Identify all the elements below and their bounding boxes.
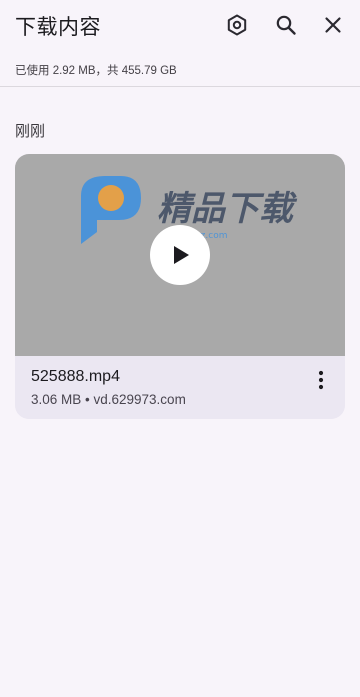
divider — [0, 86, 360, 87]
download-item-card[interactable]: 精品下载 www.jpxz.com 525888.mp4 3.06 MB • v… — [15, 154, 345, 419]
watermark-text: 精品下载 — [157, 189, 298, 229]
more-options-icon[interactable] — [309, 368, 333, 392]
file-meta: 3.06 MB • vd.629973.com — [31, 392, 186, 407]
close-icon[interactable] — [320, 12, 346, 38]
video-thumbnail[interactable]: 精品下载 www.jpxz.com — [15, 154, 345, 356]
play-icon — [174, 246, 189, 264]
download-item-info: 525888.mp4 3.06 MB • vd.629973.com — [15, 356, 345, 419]
file-name: 525888.mp4 — [31, 368, 120, 385]
section-header-recent: 刚刚 — [15, 122, 46, 140]
downloads-screen: 下载内容 已使用 2.92 MB，共 455.79 GB 刚刚 精品下载 525… — [0, 0, 360, 697]
storage-usage-text: 已使用 2.92 MB，共 455.79 GB — [15, 65, 177, 77]
play-button[interactable] — [150, 225, 210, 285]
page-title: 下载内容 — [15, 15, 101, 39]
search-icon[interactable] — [273, 12, 299, 38]
settings-icon[interactable] — [224, 12, 250, 38]
top-app-bar: 下载内容 — [0, 0, 360, 52]
